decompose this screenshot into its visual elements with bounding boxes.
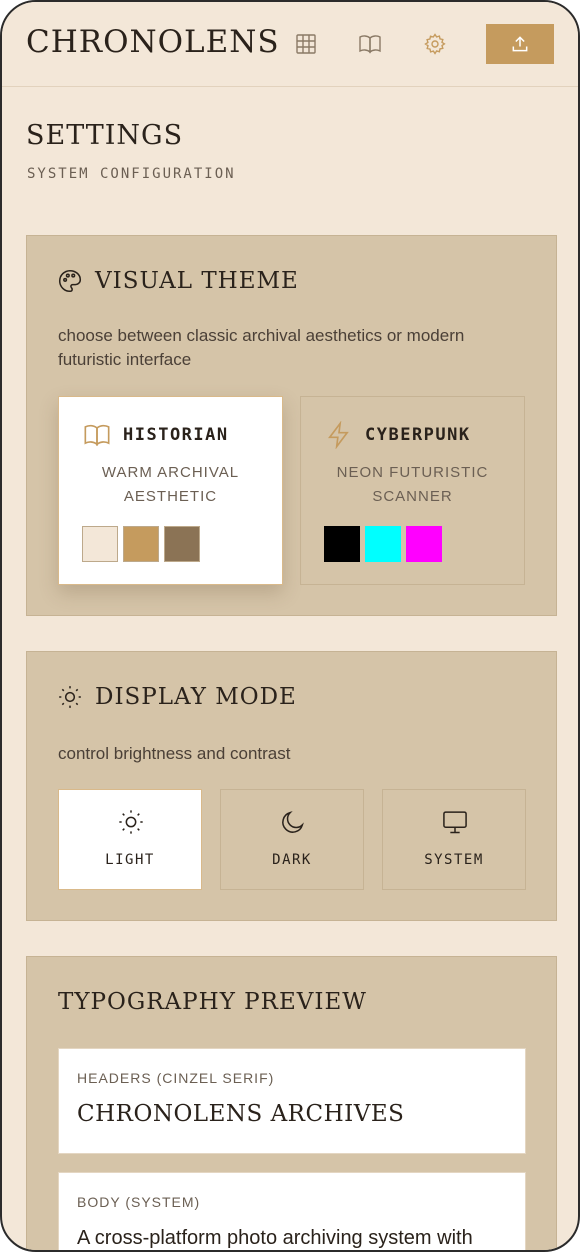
color-swatch: [324, 526, 360, 562]
monitor-icon: [443, 811, 467, 834]
page-subtitle: SYSTEM CONFIGURATION: [27, 166, 236, 182]
theme-option-cyberpunk[interactable]: CYBERPUNK NEON FUTURISTIC SCANNER: [300, 396, 525, 585]
mode-option-system[interactable]: SYSTEM: [382, 789, 526, 890]
display-mode-title: DISPLAY MODE: [95, 684, 297, 710]
app-frame: CHRONOLENS SETTINGS SYSTEM CONFIGURATION: [0, 0, 580, 1252]
typography-heading: TYPOGRAPHY PREVIEW: [58, 989, 367, 1015]
sun-icon: [59, 686, 81, 708]
color-swatch: [365, 526, 401, 562]
theme-name: CYBERPUNK: [365, 425, 471, 445]
color-swatch: [164, 526, 200, 562]
brand-logo[interactable]: CHRONOLENS: [26, 24, 280, 60]
page-title: SETTINGS: [26, 120, 184, 151]
headers-font-label: HEADERS (CINZEL SERIF): [77, 1070, 275, 1086]
moon-icon: [282, 811, 304, 833]
visual-theme-title: VISUAL THEME: [95, 268, 299, 294]
grid-icon[interactable]: [294, 32, 318, 56]
mode-label: DARK: [272, 852, 312, 868]
typography-preview-panel: TYPOGRAPHY PREVIEW HEADERS (CINZEL SERIF…: [26, 956, 557, 1250]
theme-description: NEON FUTURISTIC SCANNER: [336, 464, 489, 505]
headers-sample-text: CHRONOLENS ARCHIVES: [77, 1101, 405, 1127]
body-preview-card: BODY (SYSTEM) A cross-platform photo arc…: [58, 1172, 526, 1250]
palette-icon: [59, 269, 82, 293]
top-bar: CHRONOLENS: [2, 2, 578, 87]
display-mode-panel: DISPLAY MODE control brightness and cont…: [26, 651, 557, 921]
visual-theme-description: choose between classic archival aestheti…: [58, 326, 465, 369]
body-sample-text: A cross-platform photo archiving system …: [77, 1227, 473, 1249]
theme-description: WARM ARCHIVAL AESTHETIC: [101, 464, 240, 505]
color-swatch: [123, 526, 159, 562]
mode-option-light[interactable]: LIGHT: [58, 789, 202, 890]
theme-option-historian[interactable]: HISTORIAN WARM ARCHIVAL AESTHETIC: [58, 396, 283, 585]
color-swatch: [406, 526, 442, 562]
mode-label: LIGHT: [105, 852, 155, 868]
gear-icon[interactable]: [423, 32, 447, 56]
display-mode-description: control brightness and contrast: [58, 744, 291, 763]
visual-theme-heading: VISUAL THEME: [57, 268, 299, 294]
display-mode-heading: DISPLAY MODE: [57, 684, 297, 710]
typography-title: TYPOGRAPHY PREVIEW: [58, 989, 367, 1015]
upload-icon: [512, 36, 528, 52]
book-open-icon: [84, 424, 110, 447]
book-icon[interactable]: [358, 32, 382, 56]
sun-icon: [119, 810, 143, 834]
theme-name: HISTORIAN: [123, 425, 229, 445]
upload-button[interactable]: [486, 24, 554, 64]
headers-preview-card: HEADERS (CINZEL SERIF) CHRONOLENS ARCHIV…: [58, 1048, 526, 1154]
visual-theme-panel: VISUAL THEME choose between classic arch…: [26, 235, 557, 616]
lightning-icon: [328, 421, 349, 449]
body-font-label: BODY (SYSTEM): [77, 1194, 201, 1210]
color-swatch: [82, 526, 118, 562]
mode-label: SYSTEM: [424, 852, 484, 868]
mode-option-dark[interactable]: DARK: [220, 789, 364, 890]
